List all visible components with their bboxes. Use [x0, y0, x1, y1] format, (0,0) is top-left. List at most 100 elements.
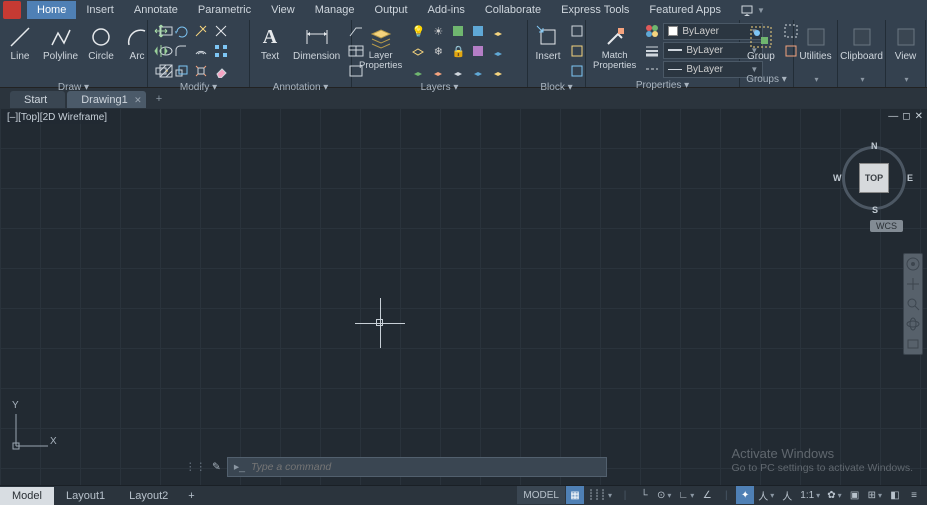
color-swatch-icon[interactable] [643, 22, 661, 40]
status-modelspace[interactable]: MODEL [517, 486, 565, 504]
rotate-icon[interactable] [172, 22, 190, 40]
drawing-viewport[interactable]: [–][Top][2D Wireframe] — ◻ ✕ N S E W TOP… [0, 108, 927, 485]
offset-icon[interactable] [192, 42, 210, 60]
panel-view-title[interactable]: ▾ [890, 72, 921, 87]
panel-properties-title[interactable]: Properties ▾ [590, 78, 735, 93]
status-hw-icon[interactable]: ◧ [886, 486, 904, 504]
line-button[interactable]: Line [4, 22, 36, 64]
layout-tab-layout2[interactable]: Layout2 [117, 487, 180, 505]
circle-button[interactable]: Circle [85, 22, 117, 64]
status-dyn-icon[interactable]: ✦ [736, 486, 754, 504]
create-block-icon[interactable] [568, 22, 586, 40]
layer-r2-icon[interactable] [429, 62, 447, 80]
nav-orbit-icon[interactable] [906, 317, 920, 331]
attr-block-icon[interactable] [568, 62, 586, 80]
ribbon-tab-manage[interactable]: Manage [305, 1, 365, 19]
dimension-button[interactable]: Dimension [290, 22, 343, 64]
layer-r4-icon[interactable] [469, 62, 487, 80]
status-menu-icon[interactable]: ≡ [905, 486, 923, 504]
panel-layers-title[interactable]: Layers ▾ [356, 80, 523, 95]
extend-icon[interactable] [212, 22, 230, 40]
viewcube-north[interactable]: N [871, 141, 878, 151]
status-annot-icon[interactable]: ▣ [846, 486, 864, 504]
layer-freeze-icon[interactable]: ❄ [429, 42, 447, 60]
viewcube[interactable]: N S E W TOP [839, 143, 909, 213]
layer-more2-icon[interactable] [469, 22, 487, 40]
utilities-button[interactable]: Utilities [796, 22, 834, 64]
status-ws-icon[interactable]: ⊞▾ [865, 486, 885, 504]
new-tab-button[interactable]: + [148, 90, 170, 108]
fillet-icon[interactable] [172, 42, 190, 60]
file-tab-drawing1[interactable]: Drawing1✕ [67, 91, 145, 108]
command-input[interactable] [251, 461, 600, 473]
layer-r3-icon[interactable] [449, 62, 467, 80]
ribbon-tab-featuredapps[interactable]: Featured Apps [639, 1, 731, 19]
edit-block-icon[interactable] [568, 42, 586, 60]
nav-showmotion-icon[interactable] [906, 337, 920, 351]
cmd-handle-icon[interactable]: ⋮⋮ [185, 461, 206, 473]
status-ortho-icon[interactable]: └ [635, 486, 653, 504]
ribbon-tab-home[interactable]: Home [27, 1, 76, 19]
status-iso-icon[interactable]: ∟▾ [675, 486, 697, 504]
viewcube-west[interactable]: W [833, 173, 842, 183]
match-properties-button[interactable]: Match Properties [590, 22, 639, 73]
layer-more1-icon[interactable] [449, 22, 467, 40]
layer-more3-icon[interactable] [489, 22, 507, 40]
layout-tab-add[interactable]: + [180, 487, 202, 505]
panel-utilities-title[interactable]: ▾ [798, 72, 833, 87]
scale-icon[interactable] [172, 62, 190, 80]
status-osnap-icon[interactable]: ∠ [698, 486, 716, 504]
linetype-icon[interactable] [643, 60, 661, 78]
text-button[interactable]: AText [254, 22, 286, 64]
ribbon-tab-output[interactable]: Output [365, 1, 418, 19]
ribbon-tab-parametric[interactable]: Parametric [188, 1, 261, 19]
viewcube-south[interactable]: S [872, 205, 878, 215]
file-tab-start[interactable]: Start [10, 91, 65, 108]
status-lwt-icon[interactable]: 人▾ [755, 486, 777, 504]
nav-steering-icon[interactable] [906, 257, 920, 271]
status-scale[interactable]: 1:1▾ [797, 486, 823, 504]
app-icon[interactable] [3, 1, 21, 19]
ribbon-tab-insert[interactable]: Insert [76, 1, 124, 19]
layout-tab-layout1[interactable]: Layout1 [54, 487, 117, 505]
move-icon[interactable] [152, 22, 170, 40]
nav-zoom-icon[interactable] [906, 297, 920, 311]
status-gear-icon[interactable]: ✿▾ [824, 486, 844, 504]
ribbon-tab-collaborate[interactable]: Collaborate [475, 1, 551, 19]
group-button[interactable]: Group [744, 22, 778, 64]
layer-r1-icon[interactable] [409, 62, 427, 80]
panel-block-title[interactable]: Block ▾ [532, 80, 581, 95]
status-transp-icon[interactable]: 人 [778, 486, 796, 504]
view-button[interactable]: View [890, 22, 922, 64]
array-icon[interactable] [212, 42, 230, 60]
layer-sun-icon[interactable]: ☀ [429, 22, 447, 40]
ribbon-tab-addins[interactable]: Add-ins [418, 1, 475, 19]
command-input-wrapper[interactable]: ▸_ [227, 457, 607, 477]
trim-icon[interactable] [192, 22, 210, 40]
cmd-customize-icon[interactable]: ✎ [212, 461, 221, 473]
layer-off-icon[interactable] [489, 42, 507, 60]
layer-match-icon[interactable] [469, 42, 487, 60]
clipboard-button[interactable]: Clipboard [837, 22, 886, 64]
explode-icon[interactable] [192, 62, 210, 80]
lineweight-icon[interactable] [643, 41, 661, 59]
close-tab-icon[interactable]: ✕ [134, 95, 142, 106]
layer-iso-icon[interactable] [409, 42, 427, 60]
ribbon-overflow-button[interactable]: ▼ [741, 4, 765, 16]
wcs-badge[interactable]: WCS [870, 220, 903, 232]
status-grid-icon[interactable]: ▦ [566, 486, 584, 504]
panel-clipboard-title[interactable]: ▾ [842, 72, 881, 87]
status-snap-icon[interactable]: ┊┊┊▾ [585, 486, 615, 504]
mirror-icon[interactable] [152, 42, 170, 60]
viewport-minimize-icon[interactable]: — [888, 111, 898, 122]
layout-tab-model[interactable]: Model [0, 487, 54, 505]
stretch-icon[interactable] [152, 62, 170, 80]
viewcube-east[interactable]: E [907, 173, 913, 183]
ribbon-tab-view[interactable]: View [261, 1, 305, 19]
viewport-close-icon[interactable]: ✕ [915, 111, 923, 122]
panel-groups-title[interactable]: Groups ▾ [744, 72, 789, 87]
ribbon-tab-expresstools[interactable]: Express Tools [551, 1, 639, 19]
ribbon-tab-annotate[interactable]: Annotate [124, 1, 188, 19]
nav-pan-icon[interactable] [906, 277, 920, 291]
layer-bulb-icon[interactable]: 💡 [409, 22, 427, 40]
